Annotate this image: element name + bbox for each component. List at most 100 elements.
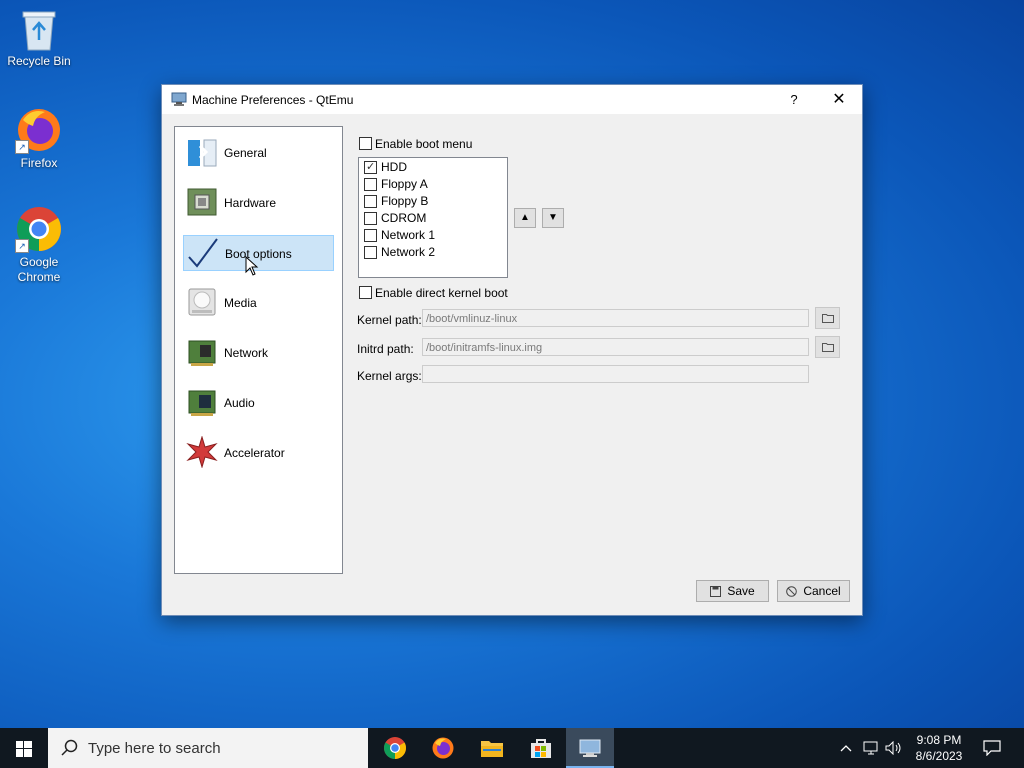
folder-icon [822, 343, 834, 352]
folder-icon [822, 314, 834, 323]
save-label: Save [727, 584, 755, 598]
kernel-path-label: Kernel path: [357, 313, 422, 327]
checkmark-icon: ✓ [366, 161, 376, 173]
folder-icon [481, 741, 503, 757]
tray-network[interactable] [862, 728, 880, 768]
title-bar[interactable]: Machine Preferences - QtEmu ? ✕ [162, 85, 862, 114]
nav-item-general[interactable]: General [183, 135, 334, 171]
boot-device-checkbox[interactable] [364, 195, 377, 208]
boot-device-label: Floppy A [381, 177, 428, 191]
chrome-icon [384, 737, 406, 759]
boot-device-cdrom[interactable]: CDROM [364, 210, 502, 226]
taskbar-search-box[interactable]: Type here to search [48, 728, 368, 768]
action-center-button[interactable] [976, 728, 1008, 768]
nav-item-accelerator[interactable]: Accelerator [183, 435, 334, 471]
boot-device-checkbox[interactable] [364, 212, 377, 225]
qtemu-app-icon [171, 92, 187, 106]
help-button[interactable]: ? [774, 85, 814, 114]
search-placeholder: Type here to search [88, 740, 221, 757]
boot-order-list: ✓ HDD Floppy A Floppy B CDROM Network 1 … [358, 157, 508, 278]
move-up-button[interactable]: ▲ [514, 208, 536, 228]
cancel-label: Cancel [803, 584, 841, 598]
enable-kernel-boot-checkbox[interactable] [359, 286, 372, 299]
tray-chevron-icon[interactable] [838, 728, 854, 768]
mouse-cursor-icon [245, 256, 259, 276]
taskbar-chrome[interactable] [371, 728, 419, 768]
machine-preferences-dialog: Machine Preferences - QtEmu ? ✕ General … [161, 84, 863, 616]
clock-time: 9:08 PM [916, 733, 962, 747]
boot-device-label: CDROM [381, 211, 427, 225]
boot-device-checkbox[interactable] [364, 178, 377, 191]
nav-item-label: Accelerator [224, 446, 285, 460]
boot-device-label: Network 1 [381, 228, 436, 242]
desktop-icon-recycle-bin[interactable]: Recycle Bin [1, 8, 77, 69]
audio-card-icon [188, 390, 216, 416]
boot-device-label: Floppy B [381, 194, 429, 208]
desktop-icon-label: Firefox [20, 156, 58, 170]
nav-item-media[interactable]: Media [183, 285, 334, 321]
desktop-icon-label: Google Chrome [17, 255, 61, 284]
initrd-path-label: Initrd path: [357, 342, 414, 356]
nav-item-network[interactable]: Network [183, 335, 334, 371]
clock-date: 8/6/2023 [915, 749, 963, 763]
kernel-args-label: Kernel args: [357, 369, 422, 383]
nav-item-audio[interactable]: Audio [183, 385, 334, 421]
save-disk-icon [710, 586, 722, 598]
taskbar: Type here to search 9:08 PM 8/6/2023 [0, 728, 1024, 768]
boot-device-hdd[interactable]: ✓ HDD [364, 159, 502, 175]
kernel-path-input[interactable]: /boot/vmlinuz-linux [422, 309, 809, 327]
notification-icon [983, 740, 1001, 756]
boot-device-network-2[interactable]: Network 2 [364, 244, 502, 260]
browse-initrd-button[interactable] [815, 336, 840, 358]
taskbar-microsoft-store[interactable] [517, 728, 565, 768]
boot-device-floppy-b[interactable]: Floppy B [364, 193, 502, 209]
boot-device-checkbox[interactable]: ✓ [364, 161, 377, 174]
nav-item-hardware[interactable]: Hardware [183, 185, 334, 221]
media-disk-icon [188, 288, 216, 316]
tray-volume[interactable] [884, 728, 904, 768]
enable-boot-menu-checkbox[interactable] [359, 137, 372, 150]
boot-device-checkbox[interactable] [364, 246, 377, 259]
boot-device-label: Network 2 [381, 245, 436, 259]
nav-item-label: Audio [224, 396, 255, 410]
save-button[interactable]: Save [696, 580, 769, 602]
qtemu-app-icon [579, 739, 601, 757]
network-card-icon [188, 340, 216, 366]
boot-device-network-1[interactable]: Network 1 [364, 227, 502, 243]
cancel-icon [786, 586, 798, 598]
desktop-icon-chrome[interactable]: ↗ Google Chrome [1, 205, 77, 285]
taskbar-qtemu[interactable] [566, 728, 614, 768]
boot-device-floppy-a[interactable]: Floppy A [364, 176, 502, 192]
kernel-args-input[interactable] [422, 365, 809, 383]
recycle-bin-icon [22, 11, 56, 51]
nav-item-label: Hardware [224, 196, 277, 210]
taskbar-clock[interactable]: 9:08 PM 8/6/2023 [912, 732, 966, 764]
chevron-up-icon [840, 745, 852, 752]
enable-kernel-boot-label: Enable direct kernel boot [375, 286, 508, 300]
move-down-button[interactable]: ▼ [542, 208, 564, 228]
nav-item-label: Media [224, 296, 257, 310]
nav-item-label: General [224, 146, 267, 160]
preferences-nav-list: General Hardware Boot options Media Netw… [174, 126, 343, 574]
initrd-path-input[interactable]: /boot/initramfs-linux.img [422, 338, 809, 356]
general-settings-icon [188, 139, 217, 167]
browse-kernel-button[interactable] [815, 307, 840, 329]
taskbar-firefox[interactable] [419, 728, 467, 768]
firefox-icon [432, 737, 454, 759]
shortcut-arrow-icon: ↗ [15, 140, 29, 154]
desktop-icon-label: Recycle Bin [7, 54, 71, 68]
accelerator-star-icon [186, 436, 218, 468]
checkmark-icon [188, 238, 218, 268]
boot-device-checkbox[interactable] [364, 229, 377, 242]
start-button[interactable] [0, 728, 48, 768]
desktop-icon-firefox[interactable]: ↗ Firefox [1, 106, 77, 171]
dialog-title: Machine Preferences - QtEmu [192, 93, 354, 107]
taskbar-file-explorer[interactable] [468, 728, 516, 768]
store-bag-icon [531, 739, 551, 758]
volume-icon [885, 741, 901, 755]
close-button[interactable]: ✕ [816, 85, 862, 114]
cancel-button[interactable]: Cancel [777, 580, 850, 602]
network-icon [863, 741, 878, 755]
nav-item-label: Network [224, 346, 269, 360]
enable-boot-menu-label: Enable boot menu [375, 137, 473, 151]
